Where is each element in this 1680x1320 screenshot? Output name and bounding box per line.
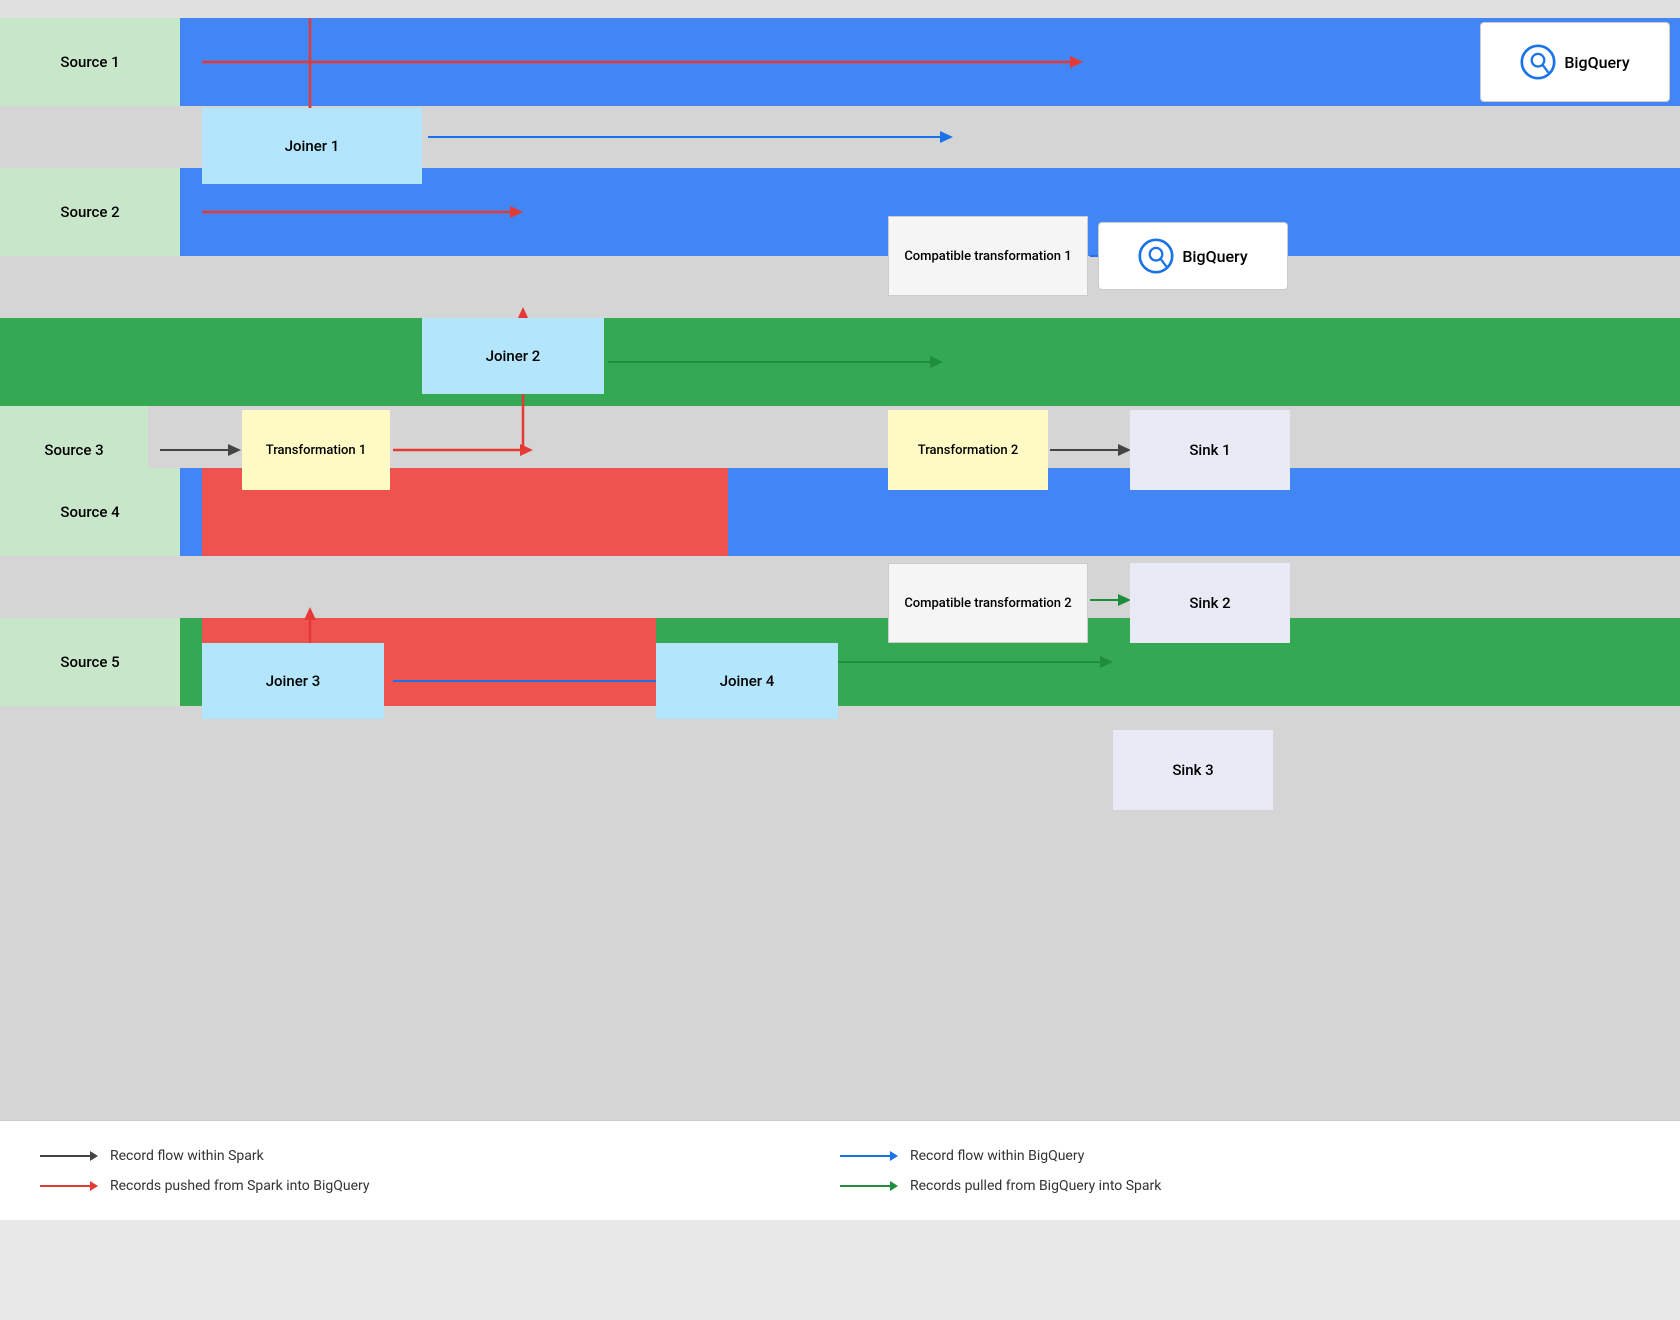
- legend-item-red: Records pushed from Spark into BigQuery: [40, 1178, 840, 1194]
- joiner2-node: Joiner 2: [422, 318, 604, 394]
- compat2-node: Compatible transformation 2: [888, 563, 1088, 643]
- legend-line-black: [40, 1155, 90, 1157]
- legend-col-left: Record flow within Spark Records pushed …: [40, 1148, 840, 1194]
- band-gap2: [0, 256, 1680, 318]
- band-gap4: [0, 556, 1680, 618]
- legend-line-blue: [840, 1155, 890, 1157]
- legend-item-green: Records pulled from BigQuery into Spark: [840, 1178, 1640, 1194]
- joiner1-node: Joiner 1: [202, 108, 422, 184]
- legend-item-blue: Record flow within BigQuery: [840, 1148, 1640, 1164]
- legend-arrowhead-black: [90, 1151, 98, 1161]
- legend-col-right: Record flow within BigQuery Records pull…: [840, 1148, 1640, 1194]
- legend-line-red: [40, 1185, 90, 1187]
- legend-arrow-red: [40, 1181, 98, 1191]
- legend-line-green: [840, 1185, 890, 1187]
- diagram-container: Source 1 BigQuery Joiner 1 Source 2 Comp…: [0, 0, 1680, 1220]
- legend-arrowhead-green: [890, 1181, 898, 1191]
- source5-node: Source 5: [0, 618, 180, 706]
- legend-arrowhead-blue: [890, 1151, 898, 1161]
- compat1-node: Compatible transformation 1: [888, 216, 1088, 296]
- source4-node: Source 4: [0, 468, 180, 556]
- source2-node: Source 2: [0, 168, 180, 256]
- legend-arrow-blue: [840, 1151, 898, 1161]
- joiner3-node: Joiner 3: [202, 643, 384, 719]
- sink2-node: Sink 2: [1130, 563, 1290, 643]
- band-bottom: [0, 706, 1680, 1120]
- legend-arrow-green: [840, 1181, 898, 1191]
- bigquery2-node: BigQuery: [1098, 222, 1288, 290]
- source1-node: Source 1: [0, 18, 180, 106]
- band-row1-blue: [0, 18, 1680, 106]
- band-row3-green: [0, 318, 1680, 406]
- legend-arrowhead-red: [90, 1181, 98, 1191]
- joiner4-node: Joiner 4: [656, 643, 838, 719]
- transform1-node: Transformation 1: [242, 410, 390, 490]
- bigquery1-node: BigQuery: [1480, 22, 1670, 102]
- legend: Record flow within Spark Records pushed …: [0, 1120, 1680, 1220]
- sink1-node: Sink 1: [1130, 410, 1290, 490]
- bigquery2-icon: [1138, 238, 1174, 274]
- sink3-node: Sink 3: [1113, 730, 1273, 810]
- bigquery1-icon: [1520, 44, 1556, 80]
- legend-item-black: Record flow within Spark: [40, 1148, 840, 1164]
- legend-arrow-black: [40, 1151, 98, 1161]
- transform2-node: Transformation 2: [888, 410, 1048, 490]
